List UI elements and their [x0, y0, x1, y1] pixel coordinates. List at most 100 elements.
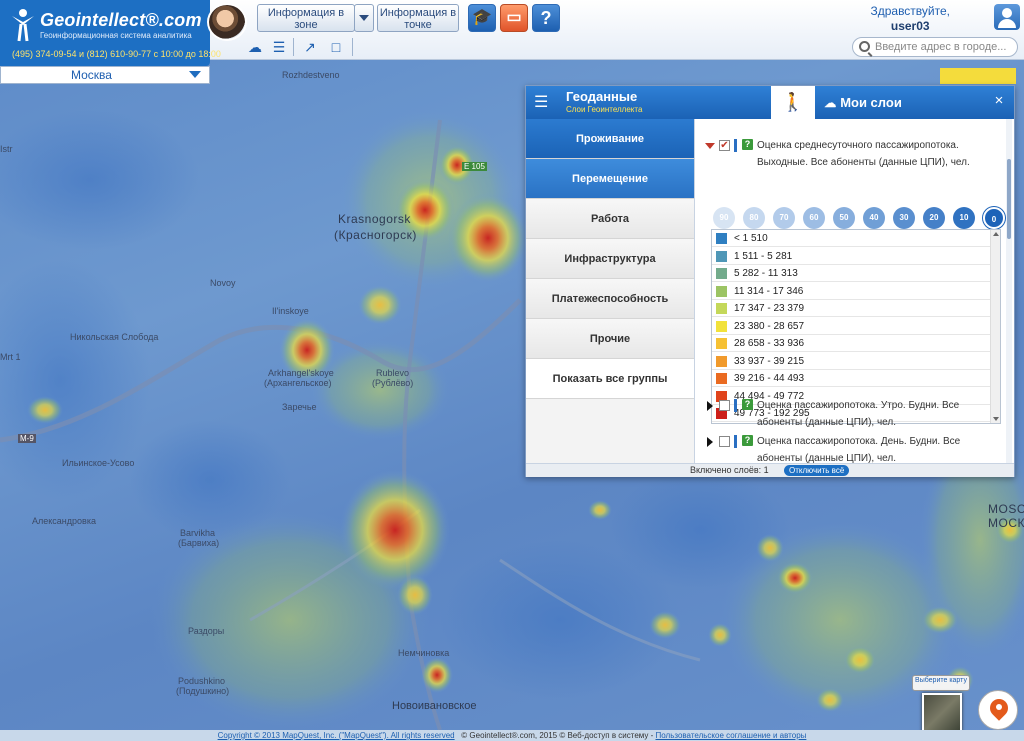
- show-all-groups[interactable]: Показать все группы: [526, 359, 694, 399]
- map-label-arkhangelskoye-ru: (Архангельское): [264, 378, 332, 388]
- search-input[interactable]: [875, 39, 1013, 55]
- area-measure-icon[interactable]: □: [325, 37, 347, 57]
- legend-swatch: [716, 268, 727, 279]
- map-label-novoivanovskoe: Новоивановское: [392, 700, 477, 712]
- map-label-aleksandrovka: Александровка: [32, 516, 96, 526]
- layer-info-icon[interactable]: ?: [742, 399, 753, 410]
- collapse-arrow-icon[interactable]: [705, 143, 715, 149]
- page-footer: Copyright © 2013 MapQuest, Inc. ("MapQue…: [0, 730, 1024, 741]
- legend-row: 11 314 - 17 346: [712, 283, 990, 300]
- opacity-option[interactable]: 80: [743, 207, 765, 229]
- tab-geointellect-layers[interactable]: 🚶: [771, 86, 815, 119]
- enabled-layers-count: Включено слоёв: 1: [690, 465, 769, 475]
- cloud-download-icon: ☁: [824, 96, 837, 110]
- layer-list: ✔ ? Оценка среднесуточного пассажиропото…: [694, 119, 1012, 464]
- category-item-movement[interactable]: Перемещение: [526, 159, 694, 199]
- category-item-other[interactable]: Прочие: [526, 319, 694, 359]
- map-label-m9: M-9: [18, 434, 36, 443]
- layers-icon[interactable]: ☰: [268, 37, 290, 57]
- legend-label: 33 937 - 39 215: [734, 355, 805, 367]
- disable-all-button[interactable]: Отключить всё: [784, 465, 850, 476]
- person-icon: 🚶: [781, 92, 805, 112]
- category-item-infrastructure[interactable]: Инфраструктура: [526, 239, 694, 279]
- opacity-option[interactable]: 70: [773, 207, 795, 229]
- help-icon: ?: [540, 8, 552, 28]
- legend-row: 39 216 - 44 493: [712, 370, 990, 387]
- opacity-option[interactable]: 60: [803, 207, 825, 229]
- clear-button[interactable]: ▭: [500, 4, 528, 32]
- search-icon[interactable]: [859, 41, 870, 52]
- layer-checkbox[interactable]: ✔: [719, 140, 730, 151]
- expand-arrow-icon[interactable]: [707, 437, 713, 447]
- map-label-ilinskoye: Il'inskoye: [272, 306, 309, 316]
- username[interactable]: user03: [870, 19, 950, 34]
- map-label-podushkino: Podushkino: [178, 676, 226, 686]
- basemap-thumbnail[interactable]: [922, 693, 962, 733]
- geodata-panel: ☰ Геоданные Слои Геоинтеллекта 🚶 ☁ Мои сл…: [525, 85, 1015, 477]
- greeting: Здравствуйте, user03: [870, 4, 950, 34]
- legend-swatch: [716, 373, 727, 384]
- scrollbar-thumb[interactable]: [1007, 159, 1011, 239]
- opacity-option[interactable]: 40: [863, 207, 885, 229]
- info-in-point-button[interactable]: Информация в точке: [377, 4, 459, 32]
- opacity-option[interactable]: 20: [923, 207, 945, 229]
- legend-row: 23 380 - 28 657: [712, 318, 990, 335]
- legend-label: < 1 510: [734, 233, 768, 244]
- map-label-barvikha: Barvikha: [180, 528, 216, 538]
- map-label-podushkino-ru: (Подушкино): [176, 686, 230, 696]
- close-icon[interactable]: ×: [992, 93, 1006, 108]
- legend-label: 1 511 - 5 281: [734, 250, 793, 262]
- info-in-zone-dropdown[interactable]: [354, 4, 374, 32]
- mapquest-copyright-link[interactable]: Copyright © 2013 MapQuest, Inc. ("MapQue…: [218, 731, 455, 740]
- cloud-add-icon[interactable]: ☁: [244, 37, 266, 57]
- geointellect-copyright: © Geointellect®.com, 2015 © Веб-доступ в…: [461, 731, 654, 740]
- map-label-nikolskaya: Никольская Слобода: [70, 332, 159, 342]
- layer-list-scrollbar[interactable]: [1006, 119, 1012, 464]
- layer-info-icon[interactable]: ?: [742, 139, 753, 150]
- tab-my-layers-label: Мои слои: [840, 95, 902, 110]
- opacity-option[interactable]: 50: [833, 207, 855, 229]
- ruler-icon[interactable]: ↗: [299, 37, 321, 57]
- opacity-option[interactable]: 10: [953, 207, 975, 229]
- basemap-picker[interactable]: Выберите карту: [912, 675, 972, 733]
- city-select[interactable]: Москва: [0, 66, 210, 84]
- graduation-cap-icon: 🎓: [472, 9, 492, 26]
- opacity-option[interactable]: 30: [893, 207, 915, 229]
- category-item-living[interactable]: Проживание: [526, 119, 694, 159]
- map-pin-icon[interactable]: [978, 690, 1018, 730]
- category-item-work[interactable]: Работа: [526, 199, 694, 239]
- logo-text: Geointellect®.com: [40, 10, 202, 30]
- layers-icon: ☰: [534, 94, 549, 111]
- legend-scrollbar[interactable]: [990, 230, 1000, 423]
- map-label-moscow-ru: МОСК: [988, 516, 1024, 530]
- help-button[interactable]: ?: [532, 4, 560, 32]
- support-avatar[interactable]: [207, 3, 247, 41]
- tutorial-button[interactable]: 🎓: [468, 4, 496, 32]
- user-icon[interactable]: [994, 4, 1020, 30]
- logo-subtitle: Геоинформационная система аналитика: [40, 31, 192, 40]
- map-label-rublevo: Rublevo: [376, 368, 410, 378]
- opacity-option[interactable]: 90: [713, 207, 735, 229]
- category-item-solvency[interactable]: Платежеспособность: [526, 279, 694, 319]
- legend-row: 5 282 - 11 313: [712, 265, 990, 282]
- layer-checkbox[interactable]: [719, 436, 730, 447]
- layer-info-icon[interactable]: ?: [742, 435, 753, 446]
- map-label-moscow: MOSC: [988, 502, 1024, 516]
- map-label-zarechye: Заречье: [282, 402, 317, 412]
- legend-label: 17 347 - 23 379: [734, 303, 805, 314]
- contact-phone: (495) 374-09-54 и (812) 610-90-77 с 10:0…: [12, 49, 221, 59]
- eraser-icon: ▭: [506, 9, 522, 26]
- opacity-option-selected[interactable]: 0: [983, 207, 1005, 229]
- layer-title: Оценка пассажиропотока. День. Будни. Все…: [757, 436, 961, 464]
- map-label-novoy: Novoy: [210, 278, 236, 288]
- map-label-nemchinovka: Немчиновка: [398, 648, 450, 658]
- info-in-zone-button[interactable]: Информация в зоне: [257, 4, 355, 32]
- logo-block[interactable]: Geointellect®.com Геоинформационная сист…: [0, 0, 221, 66]
- legend-swatch: [716, 320, 727, 332]
- terms-link[interactable]: Пользовательское соглашение и авторы: [656, 731, 807, 740]
- layer-checkbox[interactable]: [719, 400, 730, 411]
- tab-my-layers[interactable]: ☁ Мои слои: [818, 86, 908, 119]
- layer-color-bar: [734, 399, 737, 412]
- map-yellow-tag: [940, 68, 1016, 84]
- expand-arrow-icon[interactable]: [707, 401, 713, 411]
